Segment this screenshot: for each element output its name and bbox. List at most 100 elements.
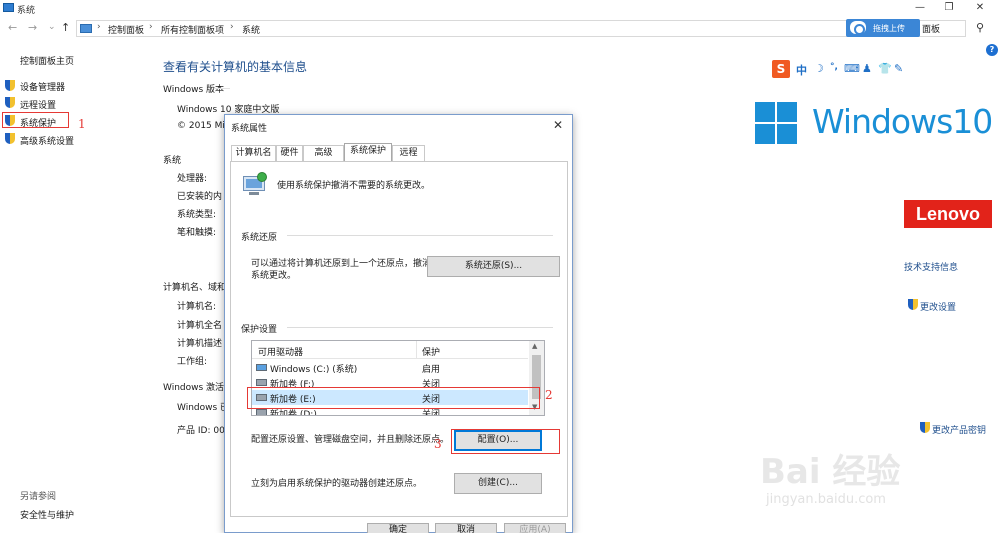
- system-app-icon: [3, 3, 14, 12]
- control-panel-icon: [80, 24, 92, 33]
- breadcrumb-separator: ›: [149, 22, 153, 32]
- shield-icon: [5, 97, 15, 108]
- search-box-text[interactable]: 面板: [922, 22, 940, 35]
- divider: [215, 88, 230, 89]
- back-icon[interactable]: ←: [8, 21, 17, 34]
- workgroup-label: 工作组:: [177, 357, 208, 367]
- tab-remote[interactable]: 远程: [392, 145, 425, 161]
- tools-icon[interactable]: ✎: [894, 62, 903, 75]
- list-header: 可用驱动器 保护: [252, 341, 528, 359]
- system-restore-button[interactable]: 系统还原(S)...: [427, 256, 560, 277]
- windows-logo-icon: [755, 102, 797, 144]
- apply-button[interactable]: 应用(A): [504, 523, 566, 533]
- tab-system-protection[interactable]: 系统保护: [344, 143, 392, 161]
- drive-row[interactable]: Windows (C:) (系统) 启用: [252, 360, 528, 375]
- scroll-up-icon[interactable]: ▲: [532, 342, 537, 350]
- pen-touch-label: 笔和触摸:: [177, 228, 217, 238]
- cloud-icon: [850, 21, 866, 35]
- punctuation-icon[interactable]: °,: [830, 62, 838, 72]
- shield-icon: [920, 422, 930, 433]
- activation-status: Windows 已: [177, 403, 230, 413]
- drive-protection: 启用: [422, 365, 441, 375]
- annotation-number-3: 3: [434, 437, 442, 451]
- window-title: 系统: [17, 6, 36, 16]
- create-description: 立刻为启用系统保护的驱动器创建还原点。: [251, 479, 423, 489]
- breadcrumb-control-panel[interactable]: 控制面板: [108, 23, 144, 36]
- annotation-number-1: 1: [78, 117, 86, 131]
- activation-heading: Windows 激活: [163, 383, 225, 393]
- minimize-button[interactable]: —: [905, 1, 935, 15]
- full-name-label: 计算机全名: [177, 321, 223, 331]
- upload-button[interactable]: 拖拽上传: [846, 19, 920, 37]
- device-manager-link[interactable]: 设备管理器: [20, 80, 65, 93]
- maximize-button[interactable]: ❐: [934, 1, 964, 15]
- keyboard-icon[interactable]: ⌨: [844, 62, 860, 75]
- windows-drive-icon: [256, 364, 267, 371]
- system-restore-group-label: 系统还原: [241, 233, 278, 243]
- baidu-watermark: Bai 经验 jingyan.baidu.com: [760, 444, 950, 514]
- group-divider: [287, 327, 553, 328]
- col-protection[interactable]: 保护: [422, 345, 440, 358]
- sogou-ime-toolbar[interactable]: S 中 ☽ °, ⌨ ♟ 👕 ✎: [772, 60, 910, 78]
- tab-computer-name[interactable]: 计算机名: [231, 145, 276, 161]
- lenovo-logo: Lenovo: [904, 200, 992, 228]
- forward-icon[interactable]: →: [28, 21, 37, 34]
- moon-icon[interactable]: ☽: [814, 62, 824, 75]
- breadcrumb-separator: ›: [230, 22, 234, 32]
- control-panel-home-link[interactable]: 控制面板主页: [20, 54, 74, 67]
- search-icon[interactable]: ⚲: [976, 21, 984, 34]
- breadcrumb-separator: ›: [97, 22, 101, 32]
- change-product-key-link[interactable]: 更改产品密钥: [932, 423, 986, 436]
- up-icon[interactable]: ↑: [61, 21, 70, 34]
- configure-description: 配置还原设置、管理磁盘空间，并且删除还原点。: [251, 435, 450, 445]
- see-also-label: 另请参阅: [20, 492, 57, 502]
- breadcrumb-all-items[interactable]: 所有控制面板项: [161, 23, 224, 36]
- dialog-title: 系统属性: [231, 124, 268, 134]
- protection-settings-group-label: 保护设置: [241, 325, 278, 335]
- upload-button-label: 拖拽上传: [873, 24, 905, 33]
- sogou-logo-icon: S: [772, 60, 790, 78]
- cancel-button[interactable]: 取消: [435, 523, 497, 533]
- computer-name-label: 计算机名:: [177, 302, 217, 312]
- restore-description-line2: 系统更改。: [251, 271, 297, 281]
- advanced-settings-link[interactable]: 高级系统设置: [20, 134, 74, 147]
- highlight-box-1: [2, 112, 69, 128]
- drive-name: Windows (C:) (系统): [270, 365, 358, 375]
- shield-icon: [908, 299, 918, 310]
- intro-text: 使用系统保护撤消不需要的系统更改。: [277, 181, 431, 191]
- user-icon[interactable]: ♟: [862, 62, 872, 75]
- recent-dropdown-icon[interactable]: ⌄: [48, 22, 56, 32]
- skin-icon[interactable]: 👕: [878, 62, 892, 75]
- ok-button[interactable]: 确定: [367, 523, 429, 533]
- tab-advanced[interactable]: 高级: [303, 145, 344, 161]
- dialog-close-button[interactable]: ✕: [553, 118, 563, 132]
- create-button[interactable]: 创建(C)...: [454, 473, 542, 494]
- drive-icon: [256, 409, 267, 415]
- security-maintenance-link[interactable]: 安全性与维护: [20, 508, 74, 521]
- processor-label: 处理器:: [177, 174, 208, 184]
- system-type-label: 系统类型:: [177, 210, 217, 220]
- system-heading: 系统: [163, 156, 182, 166]
- col-available-drives[interactable]: 可用驱动器: [258, 345, 303, 358]
- title-bar: 系统 — ❐ ✕: [0, 0, 1000, 16]
- tab-hardware[interactable]: 硬件: [276, 145, 303, 161]
- group-divider: [287, 235, 553, 236]
- close-button[interactable]: ✕: [965, 1, 995, 15]
- computer-name-heading: 计算机名、域和: [163, 283, 227, 293]
- help-icon[interactable]: ?: [986, 44, 998, 56]
- support-info-link[interactable]: 技术支持信息: [904, 260, 958, 273]
- breadcrumb-system[interactable]: 系统: [242, 23, 260, 36]
- change-settings-link[interactable]: 更改设置: [920, 300, 956, 313]
- watermark-url: jingyan.baidu.com: [766, 492, 886, 507]
- ime-mode-chinese[interactable]: 中: [796, 62, 807, 78]
- shield-icon: [5, 80, 15, 91]
- system-properties-dialog: 系统属性 ✕ 计算机名 硬件 高级 系统保护 远程 使用系统保护撤消不需要的系统…: [224, 114, 573, 533]
- address-bar[interactable]: › 控制面板 › 所有控制面板项 › 系统: [76, 20, 966, 37]
- description-label: 计算机描述: [177, 339, 223, 349]
- highlight-box-2: [247, 387, 540, 409]
- shield-icon: [5, 133, 15, 144]
- remote-settings-link[interactable]: 远程设置: [20, 98, 56, 111]
- highlight-box-3: [451, 429, 560, 454]
- copyright-value: © 2015 Mi: [177, 121, 225, 131]
- page-title: 查看有关计算机的基本信息: [163, 60, 308, 74]
